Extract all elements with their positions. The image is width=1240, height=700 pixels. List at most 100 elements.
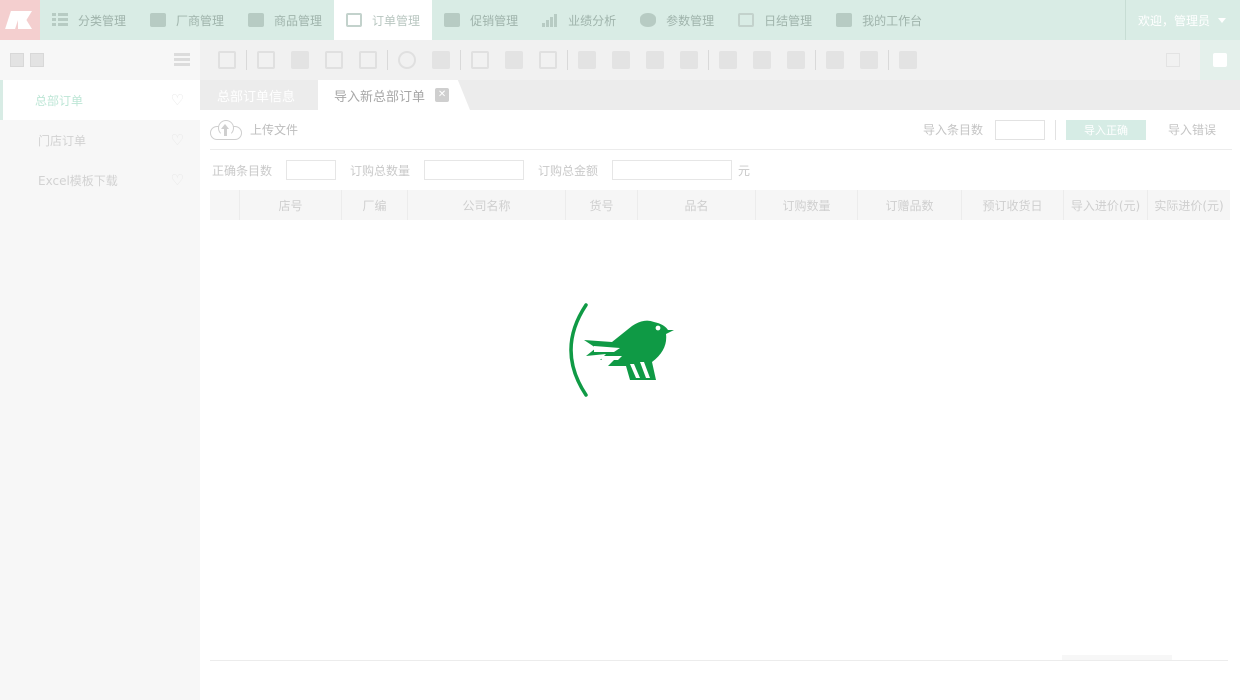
fullscreen-icon — [1213, 53, 1227, 67]
nav-label: 厂商管理 — [176, 13, 225, 28]
column-header[interactable]: 订购数量 — [756, 190, 858, 220]
sidebar-item-hq-orders[interactable]: 总部订单 ♡ — [0, 80, 200, 120]
nav-item-workbench[interactable]: 我的工作台 — [824, 0, 934, 40]
heart-icon[interactable]: ♡ — [171, 171, 184, 189]
column-header[interactable]: 品名 — [638, 190, 756, 220]
arrow-right-icon[interactable] — [753, 51, 771, 69]
thumbs-up-icon[interactable] — [826, 51, 844, 69]
brand-logo[interactable] — [0, 0, 40, 40]
tab-import-hq-order[interactable]: 导入新总部订单 ✕ — [318, 80, 470, 110]
comment-icon[interactable] — [899, 51, 917, 69]
nav-label: 商品管理 — [274, 13, 323, 28]
sidebar-item-label: 总部订单 — [35, 93, 84, 108]
chevron-down-icon — [1218, 17, 1226, 23]
toolbar-divider — [246, 50, 247, 70]
correct-count-field[interactable] — [286, 160, 337, 180]
wrench-icon[interactable] — [218, 51, 236, 69]
prev-page-icon[interactable] — [612, 51, 630, 69]
search-icon[interactable] — [398, 51, 416, 69]
app-root: 分类管理 厂商管理 商品管理 订单管理 促销管理 业绩分析 参数管理 日结管理 — [0, 0, 1240, 700]
nav-item-analytics[interactable]: 业绩分析 — [530, 0, 628, 40]
row-number-column — [210, 190, 240, 220]
column-header[interactable]: 店号 — [240, 190, 342, 220]
upload-icon[interactable] — [787, 51, 805, 69]
fullscreen-button[interactable] — [1200, 40, 1240, 80]
bar-chart-icon — [542, 13, 559, 27]
window-icon[interactable] — [1166, 53, 1180, 67]
total-amount-field[interactable] — [612, 160, 733, 180]
edit-icon[interactable] — [432, 51, 450, 69]
column-header[interactable]: 订赠品数 — [858, 190, 962, 220]
toolbar-divider — [815, 50, 816, 70]
sidebar-header — [0, 40, 200, 80]
tab-label: 总部订单信息 — [217, 89, 296, 105]
nav-item-category[interactable]: 分类管理 — [40, 0, 138, 40]
total-qty-field[interactable] — [424, 160, 525, 180]
toolbar-right — [1166, 40, 1240, 80]
nav-item-product[interactable]: 商品管理 — [236, 0, 334, 40]
heart-icon[interactable]: ♡ — [171, 131, 184, 149]
sidebar-item-excel-template[interactable]: Excel模板下载 ♡ — [0, 160, 200, 200]
expand-all-icon[interactable] — [10, 53, 24, 67]
last-page-icon[interactable] — [680, 51, 698, 69]
close-icon[interactable]: ✕ — [435, 88, 450, 102]
toolbar — [200, 40, 1240, 80]
heart-icon[interactable]: ♡ — [171, 91, 184, 109]
print-icon[interactable] — [291, 51, 309, 69]
next-page-icon[interactable] — [646, 51, 664, 69]
import-error-button[interactable]: 导入错误 — [1152, 120, 1232, 140]
gift-icon — [248, 13, 265, 27]
thumbs-down-icon[interactable] — [860, 51, 878, 69]
nav-item-order[interactable]: 订单管理 — [334, 0, 433, 40]
toolbar-divider — [387, 50, 388, 70]
divider — [1055, 119, 1056, 140]
toolbar-divider — [567, 50, 568, 70]
toolbar-divider — [708, 50, 709, 70]
sidebar: 总部订单 ♡ 门店订单 ♡ Excel模板下载 ♡ — [0, 40, 200, 700]
column-header[interactable]: 导入进价(元) — [1064, 190, 1148, 220]
arrow-left-icon[interactable] — [719, 51, 737, 69]
top-nav: 分类管理 厂商管理 商品管理 订单管理 促销管理 业绩分析 参数管理 日结管理 — [0, 0, 1240, 40]
column-header[interactable]: 货号 — [566, 190, 638, 220]
collapse-all-icon[interactable] — [30, 53, 44, 67]
upload-file-link[interactable]: 上传文件 — [250, 121, 298, 138]
column-header[interactable]: 预订收货日 — [962, 190, 1064, 220]
save-icon[interactable] — [257, 51, 275, 69]
nav-label: 促销管理 — [470, 13, 519, 28]
first-page-icon[interactable] — [578, 51, 596, 69]
user-menu[interactable]: 欢迎，管理员 — [1124, 0, 1240, 40]
database-icon — [640, 13, 657, 27]
main-content: 上传文件 导入条目数 导入正确 导入错误 正确条目数 订购总数量 订购总金额 元… — [200, 110, 1240, 700]
new-document-icon[interactable] — [471, 51, 489, 69]
upload-row: 上传文件 导入条目数 导入正确 导入错误 — [210, 110, 1232, 150]
submit-icon[interactable] — [539, 51, 557, 69]
table-header: 店号 厂编 公司名称 货号 品名 订购数量 订赠品数 预订收货日 导入进价(元)… — [210, 190, 1230, 220]
currency-unit: 元 — [738, 163, 751, 178]
nav-item-params[interactable]: 参数管理 — [628, 0, 726, 40]
menu-icon[interactable] — [174, 53, 190, 67]
toolbar-divider — [888, 50, 889, 70]
list-icon — [52, 13, 68, 27]
tab-hq-order-info[interactable]: 总部订单信息 — [200, 80, 318, 110]
nav-label: 订单管理 — [372, 13, 421, 28]
tab-label: 导入新总部订单 — [334, 89, 426, 105]
cloud-upload-icon[interactable] — [210, 119, 242, 140]
sidebar-item-label: 门店订单 — [38, 133, 87, 148]
column-header[interactable]: 公司名称 — [408, 190, 566, 220]
import-correct-button[interactable]: 导入正确 — [1066, 119, 1146, 140]
trash-icon[interactable] — [505, 51, 523, 69]
nav-item-daily[interactable]: 日结管理 — [726, 0, 824, 40]
nav-item-promotion[interactable]: 促销管理 — [432, 0, 530, 40]
import-count-label: 导入条目数 — [922, 123, 983, 137]
nav-label: 我的工作台 — [862, 13, 923, 28]
export-icon[interactable] — [325, 51, 343, 69]
total-qty-label: 订购总数量 — [350, 163, 411, 178]
sidebar-item-store-orders[interactable]: 门店订单 ♡ — [0, 120, 200, 160]
toolbar-divider — [460, 50, 461, 70]
correct-count-label: 正确条目数 — [212, 163, 273, 178]
nav-item-vendor[interactable]: 厂商管理 — [138, 0, 236, 40]
import-count-field[interactable] — [995, 119, 1045, 140]
import-icon[interactable] — [359, 51, 377, 69]
column-header[interactable]: 厂编 — [342, 190, 408, 220]
column-header[interactable]: 实际进价(元) — [1148, 190, 1230, 220]
